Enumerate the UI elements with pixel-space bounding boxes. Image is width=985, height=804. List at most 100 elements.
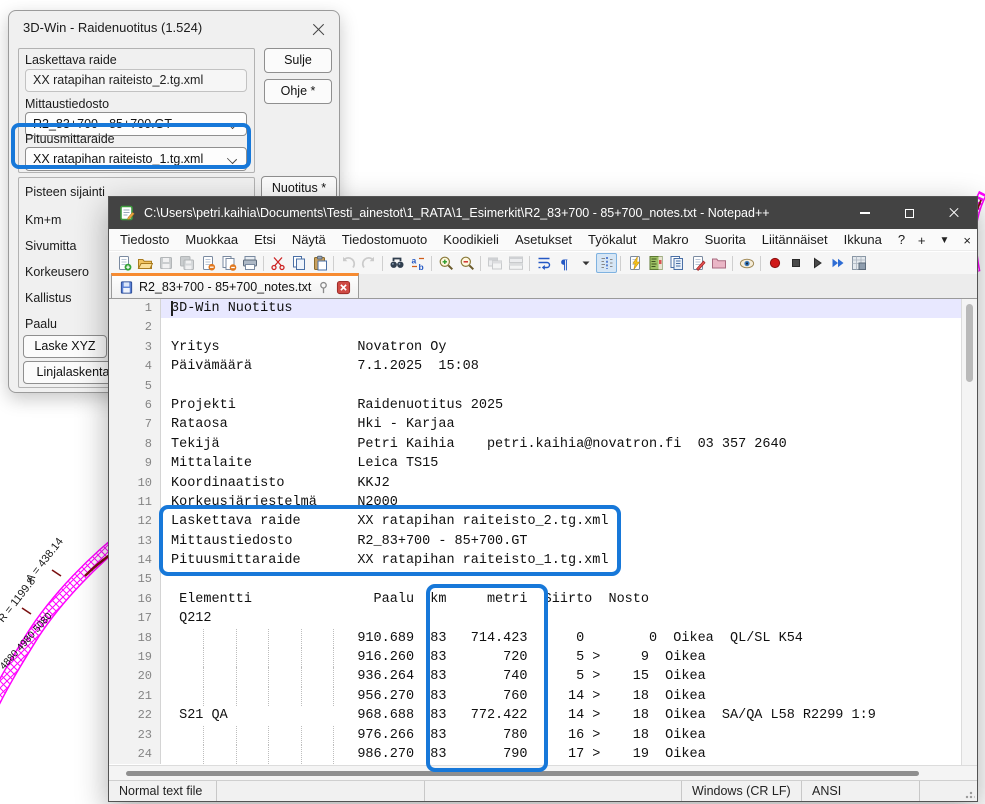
editor-line[interactable]: 2 [109, 318, 977, 337]
open-file-icon[interactable] [134, 253, 155, 273]
editor-line[interactable]: 9Mittalaite Leica TS15 [109, 454, 977, 473]
editor-line[interactable]: 13Mittaustiedosto R2_83+700 - 85+700.GT [109, 532, 977, 551]
resize-grip[interactable] [965, 789, 975, 799]
text-editor[interactable]: 13D-Win Nuotitus23Yritys Novatron Oy4Päi… [109, 299, 977, 765]
editor-line[interactable]: 10Koordinaatisto KKJ2 [109, 474, 977, 493]
menu-muokkaa[interactable]: Muokkaa [177, 232, 246, 247]
redo-icon[interactable] [358, 253, 379, 273]
pituusmittaraide-combobox[interactable]: XX ratapihan raiteisto_1.tg.xml [25, 147, 247, 171]
menu-etsi[interactable]: Etsi [246, 232, 284, 247]
new-file-icon[interactable] [113, 253, 134, 273]
show-all-characters-icon[interactable]: ¶ [554, 253, 575, 273]
editor-line[interactable]: 11Korkeusjärjestelmä N2000 [109, 493, 977, 512]
tab-list-button[interactable]: ▼ [940, 235, 950, 246]
pin-icon[interactable] [316, 280, 331, 295]
word-wrap-icon[interactable] [533, 253, 554, 273]
editor-line[interactable]: 19 916.260 83 720 5 > 9 Oikea [109, 648, 977, 667]
menu-help[interactable]: ? [890, 232, 913, 247]
close-all-icon[interactable] [218, 253, 239, 273]
replace-icon[interactable]: ab [407, 253, 428, 273]
status-encoding[interactable]: ANSI [801, 781, 919, 801]
editor-line[interactable]: 7Rataosa Hki - Karjaa [109, 415, 977, 434]
sync-h-icon[interactable] [505, 253, 526, 273]
monitoring-icon[interactable] [736, 253, 757, 273]
status-eol-format[interactable]: Windows (CR LF) [681, 781, 801, 801]
copy-icon[interactable] [288, 253, 309, 273]
editor-line[interactable]: 6Projekti Raidenuotitus 2025 [109, 396, 977, 415]
project-folder-icon[interactable] [708, 253, 729, 273]
editor-line[interactable]: 13D-Win Nuotitus [109, 299, 977, 318]
editor-line[interactable]: 14Pituusmittaraide XX ratapihan raiteist… [109, 551, 977, 570]
editor-line[interactable]: 23 976.266 83 780 16 > 18 Oikea [109, 726, 977, 745]
editor-line[interactable]: 20 936.264 83 740 5 > 15 Oikea [109, 667, 977, 686]
close-file-icon[interactable] [197, 253, 218, 273]
laskettava-raide-field[interactable]: XX ratapihan raiteisto_2.tg.xml [25, 69, 247, 92]
function-list-icon[interactable] [687, 253, 708, 273]
close-button[interactable] [932, 197, 977, 229]
save-file-icon[interactable] [155, 253, 176, 273]
macro-play-icon[interactable] [806, 253, 827, 273]
editor-line[interactable]: 4Päivämäärä 7.1.2025 15:08 [109, 357, 977, 376]
editor-line[interactable]: 3Yritys Novatron Oy [109, 338, 977, 357]
doc-map-icon[interactable] [645, 253, 666, 273]
new-tab-button[interactable]: + [918, 233, 926, 248]
tab-notes-file[interactable]: R2_83+700 - 85+700_notes.txt [111, 273, 359, 298]
vertical-scrollbar[interactable] [961, 299, 977, 765]
menu-nyt[interactable]: Näytä [284, 232, 334, 247]
vertical-scrollbar-thumb[interactable] [966, 304, 973, 382]
chevron-down-icon[interactable] [575, 253, 596, 273]
line-text: Tekijä Petri Kaihia petri.kaihia@novatro… [161, 435, 977, 454]
macro-save-icon[interactable] [848, 253, 869, 273]
menu-ikkuna[interactable]: Ikkuna [836, 232, 890, 247]
editor-line[interactable]: 22 S21 QA 968.688 83 772.422 14 > 18 Oik… [109, 706, 977, 725]
title-bar[interactable]: C:\Users\petri.kaihia\Documents\Testi_ai… [109, 197, 977, 229]
menu-suorita[interactable]: Suorita [697, 232, 754, 247]
doc-list-icon[interactable] [666, 253, 687, 273]
menu-tykalut[interactable]: Työkalut [580, 232, 644, 247]
editor-line[interactable]: 5 [109, 377, 977, 396]
horizontal-scrollbar[interactable] [109, 765, 977, 780]
editor-line[interactable]: 12Laskettava raide XX ratapihan raiteist… [109, 512, 977, 531]
menu-tiedostomuoto[interactable]: Tiedostomuoto [334, 232, 436, 247]
toolbar-separator [732, 256, 733, 271]
shortcut-mapper-icon[interactable] [624, 253, 645, 273]
editor-line[interactable]: 18 910.689 83 714.423 0 0 Oikea QL/SL K5… [109, 629, 977, 648]
find-icon[interactable] [386, 253, 407, 273]
status-insert-mode[interactable]: INS [919, 781, 977, 801]
undo-icon[interactable] [337, 253, 358, 273]
editor-line[interactable]: 16 Elementti Paalu km metri Siirto Nosto [109, 590, 977, 609]
macro-run-multiple-icon[interactable] [827, 253, 848, 273]
maximize-button[interactable] [887, 197, 932, 229]
sync-v-icon[interactable] [484, 253, 505, 273]
ohje-button[interactable]: Ohje * [264, 79, 332, 104]
cut-icon[interactable] [267, 253, 288, 273]
menu-liitnniset[interactable]: Liitännäiset [754, 232, 836, 247]
editor-line[interactable]: 24 986.270 83 790 17 > 19 Oikea [109, 745, 977, 764]
macro-record-icon[interactable] [764, 253, 785, 273]
line-text: Laskettava raide XX ratapihan raiteisto_… [161, 512, 977, 531]
menu-koodikieli[interactable]: Koodikieli [435, 232, 507, 247]
zoom-in-icon[interactable] [435, 253, 456, 273]
macro-stop-icon[interactable] [785, 253, 806, 273]
menu-tiedosto[interactable]: Tiedosto [112, 232, 177, 247]
minimize-button[interactable] [842, 197, 887, 229]
laske-xyz-button[interactable]: Laske XYZ [23, 335, 107, 358]
editor-line[interactable]: 21 956.270 83 760 14 > 18 Oikea [109, 687, 977, 706]
indent-guide-line [236, 667, 237, 686]
dialog-close-icon[interactable] [311, 22, 326, 37]
close-document-button[interactable]: × [963, 233, 971, 248]
zoom-out-icon[interactable] [456, 253, 477, 273]
sulje-button[interactable]: Sulje [264, 48, 332, 73]
editor-line[interactable]: 17 Q212 [109, 609, 977, 628]
editor-line[interactable]: 15 [109, 570, 977, 589]
indent-guide-icon[interactable] [596, 253, 617, 273]
status-caret-position: Ln : 1Col : 1Pos : 1 [424, 781, 681, 801]
menu-asetukset[interactable]: Asetukset [507, 232, 580, 247]
menu-makro[interactable]: Makro [644, 232, 696, 247]
editor-line[interactable]: 8Tekijä Petri Kaihia petri.kaihia@novatr… [109, 435, 977, 454]
save-all-icon[interactable] [176, 253, 197, 273]
paste-icon[interactable] [309, 253, 330, 273]
horizontal-scrollbar-thumb[interactable] [126, 771, 919, 776]
tab-close-icon[interactable] [336, 280, 351, 295]
print-icon[interactable] [239, 253, 260, 273]
